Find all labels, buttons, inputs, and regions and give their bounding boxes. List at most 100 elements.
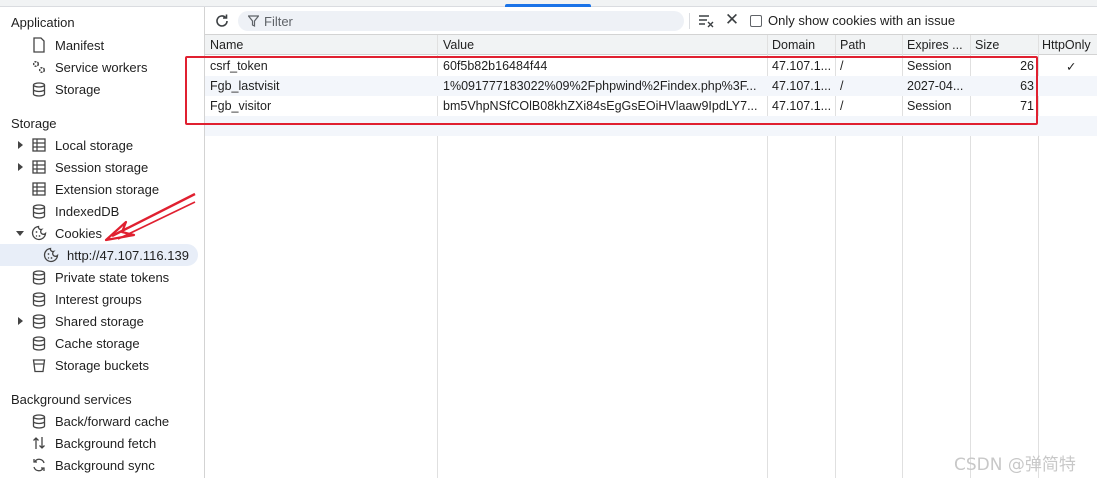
cell-value: 60f5b82b16484f44 bbox=[443, 59, 548, 73]
database-icon bbox=[31, 291, 47, 307]
column-header-domain[interactable]: Domain bbox=[772, 38, 815, 52]
sidebar-item-label: Service workers bbox=[55, 59, 148, 75]
sidebar-item-label: Back/forward cache bbox=[55, 413, 170, 429]
sidebar-item-label: Cookies bbox=[55, 225, 102, 241]
database-icon bbox=[31, 413, 47, 429]
database-icon bbox=[31, 313, 47, 329]
section-title-storage: Storage bbox=[11, 116, 57, 131]
cell-domain: 47.107.1... bbox=[772, 59, 832, 73]
cookies-toolbar: Filter ✕ Only show cookies with an issue bbox=[205, 7, 1097, 35]
sidebar-item-label: Local storage bbox=[55, 137, 134, 153]
expand-arrow-icon[interactable] bbox=[15, 162, 25, 172]
cookie-icon bbox=[43, 247, 59, 263]
bucket-icon bbox=[31, 357, 47, 373]
cell-value: bm5VhpNSfCOlB08khZXi84sEgGsEOiHVlaaw9Ipd… bbox=[443, 99, 758, 113]
sidebar-item-session-storage[interactable]: Session storage bbox=[0, 156, 204, 178]
table-icon bbox=[31, 159, 47, 175]
empty-row bbox=[205, 116, 1097, 136]
cell-name: Fgb_lastvisit bbox=[210, 79, 280, 93]
clear-all-cookies-icon[interactable]: ✕ bbox=[724, 11, 740, 29]
sidebar-item-back-forward-cache[interactable]: Back/forward cache bbox=[0, 410, 204, 432]
cell-size: 71 bbox=[1020, 99, 1034, 113]
sidebar-item-label: Session storage bbox=[55, 159, 149, 175]
sidebar-item-label: Background sync bbox=[55, 457, 155, 473]
refresh-icon[interactable] bbox=[213, 12, 231, 30]
sidebar-item-cache-storage[interactable]: Cache storage bbox=[0, 332, 204, 354]
document-icon bbox=[31, 37, 47, 53]
collapse-arrow-icon[interactable] bbox=[15, 228, 25, 238]
sidebar-item-private-state-tokens[interactable]: Private state tokens bbox=[0, 266, 204, 288]
table-row[interactable]: Fgb_lastvisit 1%091777183022%09%2Fphpwin… bbox=[205, 76, 1097, 96]
column-header-httponly[interactable]: HttpOnly bbox=[1042, 38, 1091, 52]
sidebar-item-shared-storage[interactable]: Shared storage bbox=[0, 310, 204, 332]
sidebar-item-background-fetch[interactable]: Background fetch bbox=[0, 432, 204, 454]
sidebar-item-label: Manifest bbox=[55, 37, 105, 53]
table-row[interactable]: Fgb_visitor bm5VhpNSfCOlB08khZXi84sEgGsE… bbox=[205, 96, 1097, 116]
sidebar-item-label: Storage buckets bbox=[55, 357, 149, 373]
table-icon bbox=[31, 137, 47, 153]
sidebar-item-indexeddb[interactable]: IndexedDB bbox=[0, 200, 204, 222]
expand-arrow-icon[interactable] bbox=[15, 316, 25, 326]
database-icon bbox=[31, 335, 47, 351]
cell-httponly: ✓ bbox=[1066, 60, 1077, 74]
cell-name: Fgb_visitor bbox=[210, 99, 272, 113]
sidebar-item-interest-groups[interactable]: Interest groups bbox=[0, 288, 204, 310]
only-issue-label: Only show cookies with an issue bbox=[768, 13, 956, 28]
gears-icon bbox=[31, 59, 47, 75]
column-header-path[interactable]: Path bbox=[840, 38, 866, 52]
cell-domain: 47.107.1... bbox=[772, 99, 832, 113]
column-header-expires[interactable]: Expires ... bbox=[907, 38, 963, 52]
sidebar-item-cookies[interactable]: Cookies bbox=[0, 222, 204, 244]
sidebar-item-label: Cache storage bbox=[55, 335, 140, 351]
cell-name: csrf_token bbox=[210, 59, 268, 73]
section-title-application: Application bbox=[11, 15, 75, 30]
sidebar-item-manifest[interactable]: Manifest bbox=[0, 34, 204, 56]
sidebar-item-cookie-origin[interactable]: http://47.107.116.139 bbox=[0, 244, 198, 266]
sidebar-item-label: Shared storage bbox=[55, 313, 144, 329]
cell-size: 26 bbox=[1020, 59, 1034, 73]
column-header-value[interactable]: Value bbox=[443, 38, 474, 52]
filter-input[interactable]: Filter bbox=[238, 11, 684, 31]
sidebar-item-storage[interactable]: Storage bbox=[0, 78, 204, 100]
arrows-updown-icon bbox=[31, 435, 47, 451]
cell-size: 63 bbox=[1020, 79, 1034, 93]
filter-icon bbox=[247, 15, 260, 30]
sidebar-item-label: Extension storage bbox=[55, 181, 160, 197]
cookies-table: Name Value Domain Path Expires ... Size … bbox=[205, 35, 1097, 478]
column-header-name[interactable]: Name bbox=[210, 38, 243, 52]
cell-expires: Session bbox=[907, 59, 952, 73]
table-icon bbox=[31, 181, 47, 197]
watermark: CSDN @弹简特 bbox=[954, 455, 1076, 475]
sync-icon bbox=[31, 457, 47, 473]
sidebar-item-label: IndexedDB bbox=[55, 203, 120, 219]
sidebar-item-storage-buckets[interactable]: Storage buckets bbox=[0, 354, 204, 376]
clear-filtered-cookies-icon[interactable] bbox=[697, 12, 715, 30]
sidebar-item-label: Background fetch bbox=[55, 435, 157, 451]
database-icon bbox=[31, 81, 47, 97]
sidebar-item-local-storage[interactable]: Local storage bbox=[0, 134, 204, 156]
toolbar-divider bbox=[689, 13, 690, 29]
sidebar-item-background-sync[interactable]: Background sync bbox=[0, 454, 204, 476]
cookie-icon bbox=[31, 225, 47, 241]
sidebar-item-label: Interest groups bbox=[55, 291, 142, 307]
column-header-size[interactable]: Size bbox=[975, 38, 999, 52]
table-header: Name Value Domain Path Expires ... Size … bbox=[205, 35, 1097, 55]
top-tab-strip bbox=[0, 0, 1097, 7]
cell-expires: Session bbox=[907, 99, 952, 113]
sidebar-item-service-workers[interactable]: Service workers bbox=[0, 56, 204, 78]
cell-expires: 2027-04... bbox=[907, 79, 964, 93]
sidebar-item-label: http://47.107.116.139 bbox=[67, 247, 189, 263]
cell-domain: 47.107.1... bbox=[772, 79, 832, 93]
sidebar-item-extension-storage[interactable]: Extension storage bbox=[0, 178, 204, 200]
only-issue-checkbox[interactable] bbox=[750, 15, 762, 27]
database-icon bbox=[31, 203, 47, 219]
cell-path: / bbox=[840, 59, 844, 73]
database-icon bbox=[31, 269, 47, 285]
section-title-background-services: Background services bbox=[11, 392, 132, 407]
sidebar-item-label: Private state tokens bbox=[55, 269, 170, 285]
table-row[interactable]: csrf_token 60f5b82b16484f44 47.107.1... … bbox=[205, 56, 1097, 76]
sidebar: Application Manifest Service workers Sto… bbox=[0, 7, 205, 478]
filter-placeholder: Filter bbox=[264, 14, 293, 29]
cell-path: / bbox=[840, 99, 844, 113]
expand-arrow-icon[interactable] bbox=[15, 140, 25, 150]
